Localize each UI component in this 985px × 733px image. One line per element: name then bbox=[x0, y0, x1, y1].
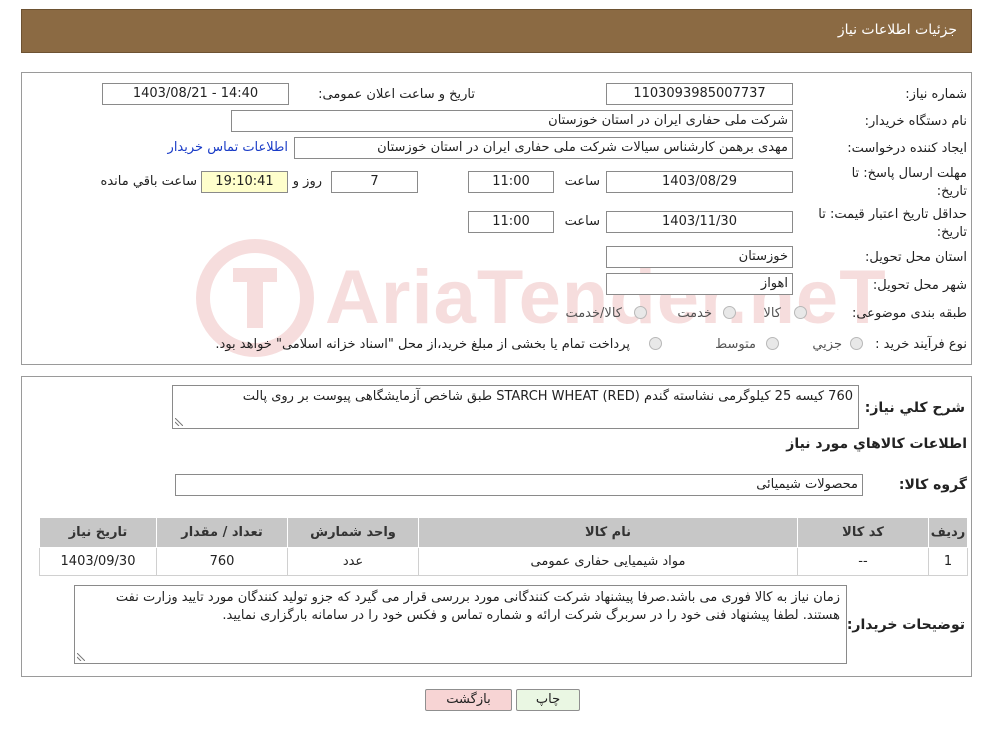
reply-deadline-label-2: تاریخ: bbox=[936, 184, 967, 199]
category-option-goods: کالا bbox=[763, 306, 781, 321]
price-validity-time-label: ساعت bbox=[564, 214, 600, 229]
buyer-notes-text: زمان نیاز به کالا فوری می باشد.صرفا پیشن… bbox=[115, 590, 840, 623]
delivery-province-field: خوزستان bbox=[606, 246, 793, 268]
col-item-name: نام کالا bbox=[418, 517, 798, 548]
summary-text: 760 کیسه 25 کیلوگرمی نشاسته گندم STARCH … bbox=[242, 389, 853, 404]
buyer-contact-link[interactable]: اطلاعات تماس خریدار bbox=[168, 140, 288, 155]
summary-label: شرح كلي نياز: bbox=[864, 400, 965, 416]
announce-datetime-label: تاریخ و ساعت اعلان عمومی: bbox=[318, 87, 475, 102]
process-radio-minor[interactable] bbox=[850, 337, 863, 350]
process-radio-medium[interactable] bbox=[766, 337, 779, 350]
category-option-goods-service: کالا/خدمت bbox=[565, 306, 622, 321]
buyer-notes-label: توضیحات خریدار: bbox=[846, 617, 965, 633]
remaining-time-label: ساعت باقي مانده bbox=[100, 174, 197, 189]
delivery-city-label: شهر محل تحویل: bbox=[872, 278, 967, 293]
reply-deadline-label: مهلت ارسال پاسخ: تا bbox=[851, 166, 967, 181]
process-option-medium: متوسط bbox=[715, 337, 756, 352]
table-header-row: رديف کد کالا نام کالا واحد شمارش تعداد /… bbox=[39, 517, 968, 548]
page-header: جزئیات اطلاعات نیاز bbox=[21, 9, 972, 53]
price-validity-time-field: 11:00 bbox=[468, 211, 554, 233]
cell-item-name: مواد شیمیایی حفاری عمومی bbox=[418, 547, 798, 576]
reply-time-field: 11:00 bbox=[468, 171, 554, 193]
buyer-org-label: نام دستگاه خریدار: bbox=[864, 114, 967, 129]
goods-table: رديف کد کالا نام کالا واحد شمارش تعداد /… bbox=[39, 517, 968, 576]
announce-datetime-field: 1403/08/21 - 14:40 bbox=[102, 83, 289, 105]
col-row-number: رديف bbox=[928, 517, 968, 548]
category-radio-service[interactable] bbox=[723, 306, 736, 319]
resize-grip-icon[interactable] bbox=[175, 418, 183, 426]
price-validity-label: حداقل تاریخ اعتبار قیمت: تا bbox=[818, 207, 967, 222]
goods-group-field: محصولات شیمیائی bbox=[175, 474, 863, 496]
reply-days-field: 7 bbox=[331, 171, 418, 193]
col-need-date: تاریخ نیاز bbox=[39, 517, 157, 548]
delivery-city-field: اهواز bbox=[606, 273, 793, 295]
summary-textarea[interactable]: 760 کیسه 25 کیلوگرمی نشاسته گندم STARCH … bbox=[172, 385, 859, 429]
cell-need-date: 1403/09/30 bbox=[39, 547, 157, 576]
reply-date-field: 1403/08/29 bbox=[606, 171, 793, 193]
cell-quantity: 760 bbox=[156, 547, 288, 576]
goods-section-title: اطلاعات كالاهاي مورد نياز bbox=[786, 436, 967, 452]
buyer-notes-textarea[interactable]: زمان نیاز به کالا فوری می باشد.صرفا پیشن… bbox=[74, 585, 847, 664]
process-option-minor: جزیي bbox=[812, 337, 842, 352]
treasury-note: پرداخت تمام یا بخشی از مبلغ خرید،از محل … bbox=[215, 337, 630, 352]
cell-row-number: 1 bbox=[928, 547, 968, 576]
price-validity-label-2: تاریخ: bbox=[936, 225, 967, 240]
col-quantity: تعداد / مقدار bbox=[156, 517, 288, 548]
price-validity-date-field: 1403/11/30 bbox=[606, 211, 793, 233]
category-radio-goods-service[interactable] bbox=[634, 306, 647, 319]
reply-days-label: روز و bbox=[292, 174, 322, 189]
reply-time-label: ساعت bbox=[564, 174, 600, 189]
page-title: جزئیات اطلاعات نیاز bbox=[837, 22, 957, 38]
need-number-label: شماره نیاز: bbox=[905, 87, 967, 102]
category-label: طبقه بندی موضوعی: bbox=[851, 306, 967, 321]
delivery-province-label: استان محل تحویل: bbox=[865, 250, 967, 265]
remaining-time-field: 19:10:41 bbox=[201, 171, 288, 193]
requester-field: مهدی برهمن کارشناس سیالات شرکت ملی حفاری… bbox=[294, 137, 793, 159]
back-button[interactable]: بازگشت bbox=[425, 689, 512, 711]
requester-label: ایجاد کننده درخواست: bbox=[847, 141, 967, 156]
category-radio-goods[interactable] bbox=[794, 306, 807, 319]
col-item-code: کد کالا bbox=[797, 517, 929, 548]
buyer-org-field: شرکت ملی حفاری ایران در استان خوزستان bbox=[231, 110, 793, 132]
purchase-process-label: نوع فرآیند خرید : bbox=[875, 337, 967, 352]
table-row: 1 -- مواد شیمیایی حفاری عمومی عدد 760 14… bbox=[39, 547, 968, 576]
need-number-field: 1103093985007737 bbox=[606, 83, 793, 105]
treasury-checkbox-radio[interactable] bbox=[649, 337, 662, 350]
resize-grip-icon[interactable] bbox=[77, 653, 85, 661]
cell-item-code: -- bbox=[797, 547, 929, 576]
cell-unit: عدد bbox=[287, 547, 419, 576]
category-option-service: خدمت bbox=[677, 306, 712, 321]
print-button[interactable]: چاپ bbox=[516, 689, 580, 711]
col-unit: واحد شمارش bbox=[287, 517, 419, 548]
goods-group-label: گروه کالا: bbox=[898, 477, 967, 493]
